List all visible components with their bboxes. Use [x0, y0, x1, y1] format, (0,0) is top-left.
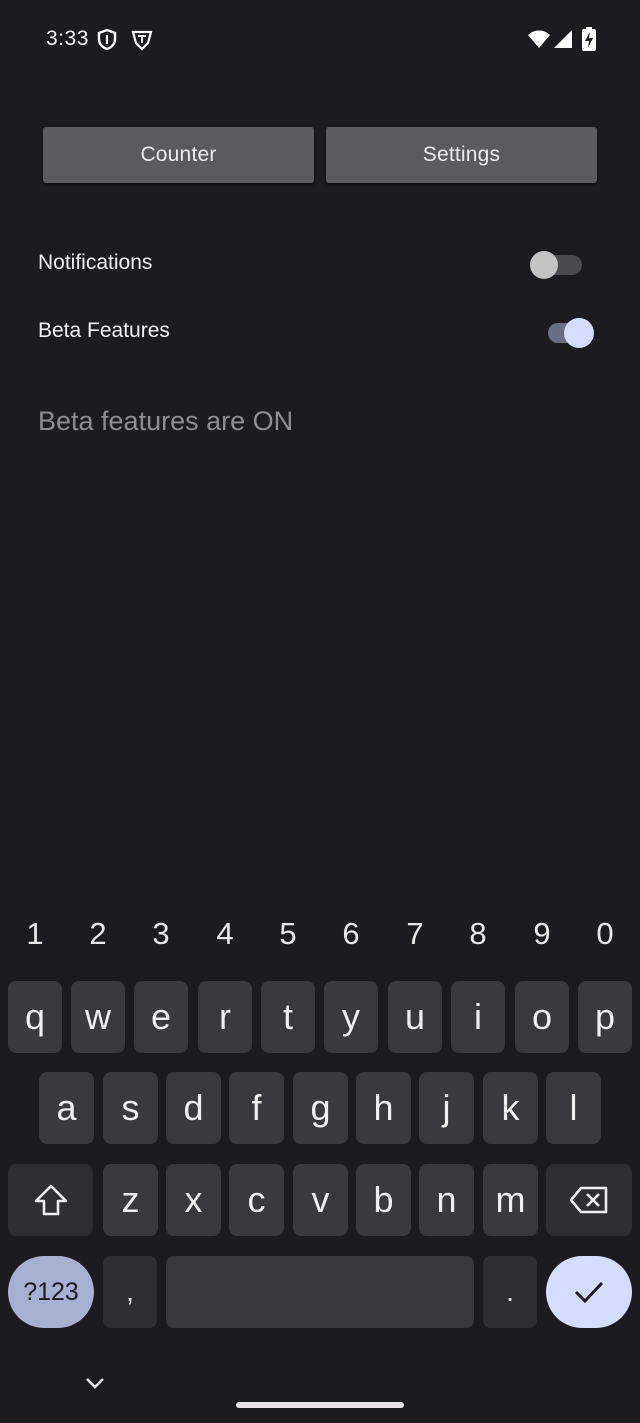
key-y[interactable]: y [324, 981, 378, 1053]
notifications-label: Notifications [38, 251, 153, 274]
beta-features-row: Beta Features [38, 313, 602, 353]
backspace-key[interactable] [546, 1164, 632, 1236]
comma-key[interactable]: , [103, 1256, 157, 1328]
key-w[interactable]: w [71, 981, 125, 1053]
key-t[interactable]: t [261, 981, 315, 1053]
symbols-key[interactable]: ?123 [8, 1256, 94, 1328]
key-8[interactable]: 8 [458, 916, 498, 952]
status-bar: 3:33 [0, 0, 640, 80]
key-d[interactable]: d [166, 1072, 221, 1144]
beta-status-message: Beta features are ON [38, 406, 294, 436]
key-f[interactable]: f [229, 1072, 284, 1144]
shift-key[interactable] [8, 1164, 93, 1236]
soft-keyboard: 1 2 3 4 5 6 7 8 9 0 q w e r t y u i o p … [0, 900, 640, 1423]
shift-icon [34, 1184, 67, 1216]
vpn-badge-icon [130, 28, 154, 57]
period-key[interactable]: . [483, 1256, 537, 1328]
gesture-navigation-bar[interactable] [236, 1402, 404, 1408]
key-c[interactable]: c [229, 1164, 284, 1236]
number-row: 1 2 3 4 5 6 7 8 9 0 [0, 916, 640, 956]
space-key[interactable] [166, 1256, 474, 1328]
app-screen: 3:33 Counter Settings Notifications Beta… [0, 0, 640, 1423]
shield-icon [96, 28, 118, 57]
beta-features-switch[interactable] [542, 313, 598, 353]
key-s[interactable]: s [103, 1072, 158, 1144]
key-5[interactable]: 5 [268, 916, 308, 952]
key-i[interactable]: i [451, 981, 505, 1053]
beta-features-switch-thumb [564, 318, 594, 348]
key-7[interactable]: 7 [395, 916, 435, 952]
key-v[interactable]: v [293, 1164, 348, 1236]
hide-keyboard-chevron-icon[interactable] [84, 1376, 106, 1395]
key-e[interactable]: e [134, 981, 188, 1053]
key-4[interactable]: 4 [205, 916, 245, 952]
notifications-switch[interactable] [530, 245, 586, 285]
key-r[interactable]: r [198, 981, 252, 1053]
key-p[interactable]: p [578, 981, 632, 1053]
wifi-icon [527, 29, 551, 54]
key-u[interactable]: u [388, 981, 442, 1053]
key-6[interactable]: 6 [331, 916, 371, 952]
key-l[interactable]: l [546, 1072, 601, 1144]
status-time: 3:33 [46, 27, 89, 50]
backspace-icon [569, 1186, 608, 1214]
enter-key[interactable] [546, 1256, 632, 1328]
key-z[interactable]: z [103, 1164, 158, 1236]
key-o[interactable]: o [515, 981, 569, 1053]
settings-button[interactable]: Settings [326, 127, 597, 183]
counter-button[interactable]: Counter [43, 127, 314, 183]
key-9[interactable]: 9 [522, 916, 562, 952]
key-3[interactable]: 3 [141, 916, 181, 952]
battery-charging-icon [582, 27, 596, 56]
key-k[interactable]: k [483, 1072, 538, 1144]
key-g[interactable]: g [293, 1072, 348, 1144]
key-1[interactable]: 1 [15, 916, 55, 952]
key-n[interactable]: n [419, 1164, 474, 1236]
key-2[interactable]: 2 [78, 916, 118, 952]
key-0[interactable]: 0 [585, 916, 625, 952]
key-q[interactable]: q [8, 981, 62, 1053]
key-b[interactable]: b [356, 1164, 411, 1236]
key-a[interactable]: a [39, 1072, 94, 1144]
key-m[interactable]: m [483, 1164, 538, 1236]
key-h[interactable]: h [356, 1072, 411, 1144]
key-j[interactable]: j [419, 1072, 474, 1144]
key-x[interactable]: x [166, 1164, 221, 1236]
enter-check-icon [574, 1281, 604, 1304]
signal-icon [553, 29, 573, 54]
beta-features-label: Beta Features [38, 319, 170, 342]
notifications-switch-thumb [530, 251, 558, 279]
notifications-row: Notifications [38, 245, 602, 285]
